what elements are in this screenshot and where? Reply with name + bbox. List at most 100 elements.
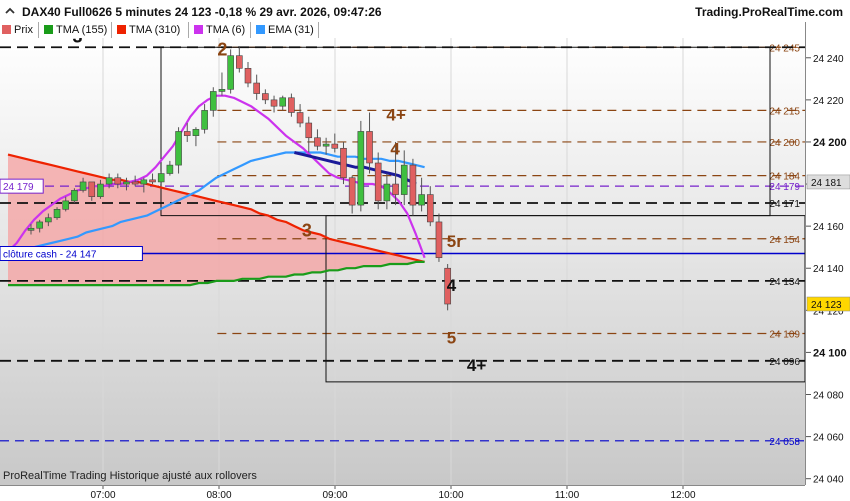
candle-down [149,179,156,183]
level-label: 24 171 [769,199,800,210]
legend-separator [38,22,39,38]
legend-item-tma155[interactable]: TMA (155) [42,23,107,37]
candle-down [253,82,260,94]
candle-down [270,99,278,107]
legend-swatch-prix [2,25,11,34]
wave-label: 5r [447,232,463,251]
candle-up [45,217,52,223]
candle-up [218,89,226,92]
chart-header: DAX40 Full0626 5 minutes 24 123 -0,18 % … [0,0,850,22]
time-tick-label: 08:00 [206,490,231,501]
price-tick-label: 24 140 [813,264,844,275]
candle-down [305,122,313,139]
legend-item-prix[interactable]: Prix [0,23,33,37]
price-tick-label: 24 080 [813,391,844,402]
level-label: 24 134 [769,277,800,288]
level-label: 24 096 [769,357,800,368]
legend-item-ema31[interactable]: EMA (31) [254,23,314,37]
candle-up [357,131,365,206]
candle-up [123,181,130,185]
legend-item-tma6[interactable]: TMA (6) [192,23,245,37]
price-tick-label: 24 060 [813,433,844,444]
candle-up [192,129,200,136]
candle-up [418,194,425,206]
candle-down [409,164,417,206]
wave-label: 4+ [467,356,486,375]
price-tick-label: 24 040 [813,475,844,485]
time-tick-label: 09:00 [322,490,347,501]
level-label: 24 215 [769,106,800,117]
level-label: 24 058 [769,437,800,448]
candle-up [36,221,43,229]
legend-separator [188,22,189,38]
candle-down [114,177,122,185]
candle-down [262,93,269,101]
legend-item-tma310[interactable]: TMA (310) [115,23,180,37]
wave-label: 3 [72,38,82,47]
level-label: 24 184 [769,172,800,183]
candle-up [157,173,165,183]
wave-label: 4 [390,139,400,158]
candle-up [383,183,391,202]
left-label-text: clôture cash - 24 147 [3,250,97,261]
candle-up [201,110,208,130]
candle-up [279,97,287,107]
candle-up [166,164,174,174]
legend-label: TMA (6) [206,24,246,36]
price-tick-label: 24 100 [813,347,847,359]
price-tick-label: 24 220 [813,96,844,107]
price-axis[interactable]: 24 24024 22024 20024 18024 16024 14024 1… [805,22,850,485]
footer-note: ProRealTime Trading Historique ajusté au… [3,470,257,482]
indicator-legend: Prix TMA (155) TMA (310) TMA (6) EMA (31… [0,22,850,38]
candle-down [244,67,252,84]
legend-label: TMA (310) [129,24,181,36]
candle-down [340,147,347,179]
level-label: 24 200 [769,138,800,149]
candle-up [79,181,87,191]
legend-label: EMA (31) [268,24,314,36]
level-label: 24 179 [769,182,800,193]
candle-down [426,194,434,223]
candle-down [374,162,382,202]
candle-down [296,112,304,124]
candle-down [392,183,399,195]
legend-swatch-tma155 [44,25,53,34]
candle-up [105,177,113,185]
wave-label: 2 [217,39,227,59]
time-axis[interactable]: 07:00 08:00 09:00 10:00 11:00 12:00 [0,485,805,501]
legend-separator [318,22,319,38]
legend-separator [111,22,112,38]
candle-down [348,177,356,206]
wave-label: 5 [447,329,456,348]
legend-swatch-tma6 [194,25,203,34]
chart-title: DAX40 Full0626 5 minutes 24 123 -0,18 % … [22,5,382,19]
candle-up [322,143,330,147]
price-tick-label: 24 200 [813,137,847,149]
legend-swatch-tma310 [117,25,126,34]
price-tick-label: 24 160 [813,222,844,233]
candle-up [97,183,104,197]
level-label: 24 245 [769,43,800,54]
time-tick-label: 07:00 [90,490,115,501]
candle-down [314,137,321,147]
legend-separator [250,22,251,38]
legend-label: TMA (155) [56,24,108,36]
time-tick-label: 10:00 [438,490,463,501]
price-chart-area[interactable]: 24 24524 21524 20024 18424 17924 17124 1… [0,38,805,485]
price-tick-label: 24 240 [813,54,844,65]
wave-label: 3 [302,220,312,240]
brand-label: Trading.ProRealTime.com [695,5,843,19]
left-label-text: 24 179 [3,182,34,193]
candle-up [27,227,35,231]
candle-up [209,91,217,111]
collapse-icon[interactable] [4,4,16,16]
candle-down [236,55,243,69]
last-price-tag: 24 123 [811,300,842,311]
candle-down [366,131,373,164]
candle-up [71,190,78,202]
level-label: 24 154 [769,235,800,246]
candle-down [183,131,191,136]
candle-down [288,97,295,113]
candle-down [88,181,96,197]
candle-up [53,209,61,219]
